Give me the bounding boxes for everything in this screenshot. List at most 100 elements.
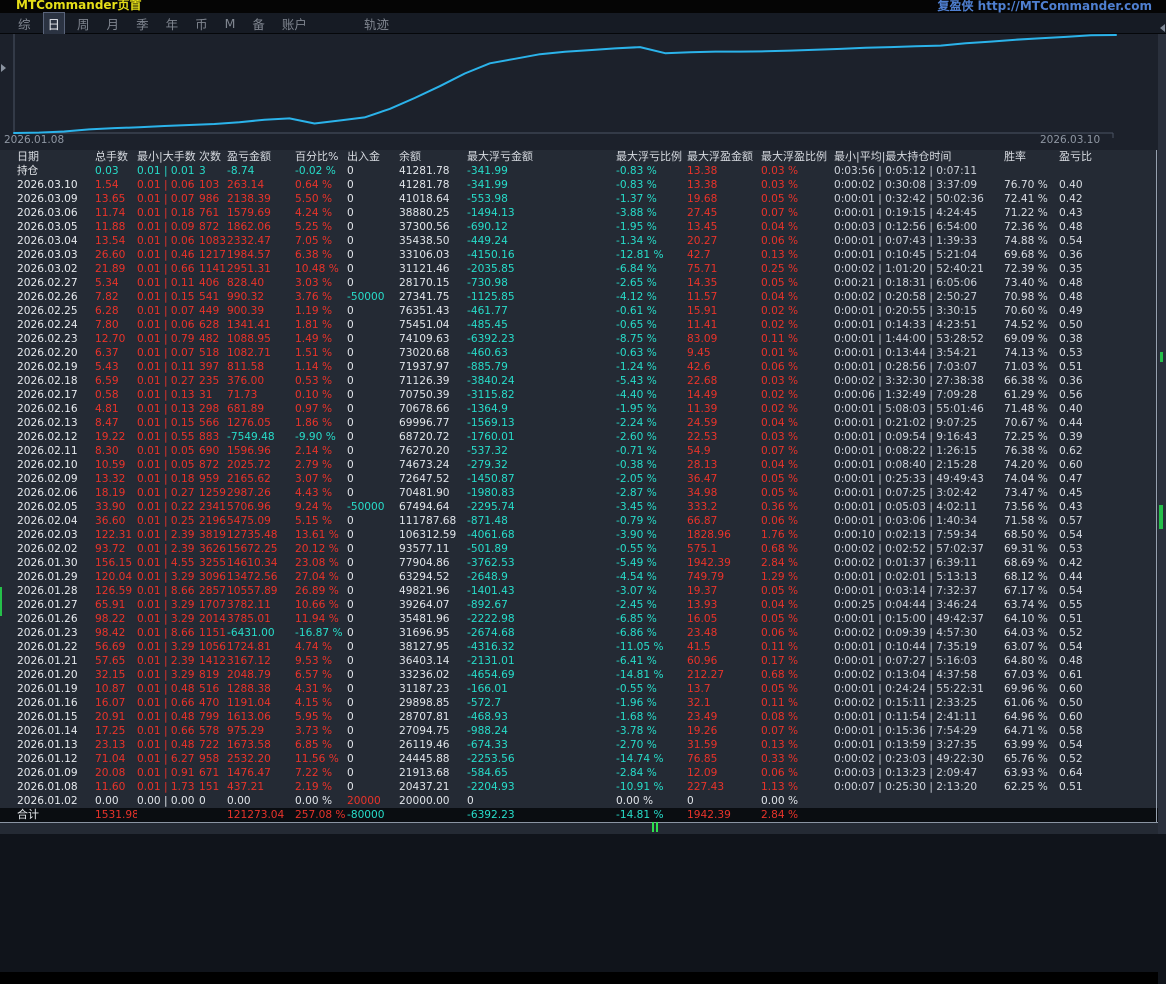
table-row[interactable]: 2026.02.0533.900.01 | 0.2223415706.969.2… [0, 500, 1166, 514]
vertical-scrollbar-thumb[interactable] [1159, 505, 1163, 529]
cell-8: -1494.13 [467, 206, 616, 220]
vertical-scrollbar[interactable] [1158, 34, 1166, 834]
table-row[interactable]: 2026.03.0611.740.01 | 0.187611579.694.24… [0, 206, 1166, 220]
cell-3: 761 [199, 206, 227, 220]
table-row[interactable]: 2026.02.2312.700.01 | 0.794821088.951.49… [0, 332, 1166, 346]
table-row[interactable]: 2026.01.2765.910.01 | 3.2917073782.1110.… [0, 598, 1166, 612]
cell-14: 0.50 [1059, 318, 1166, 332]
menu-item-4[interactable]: 季 [132, 13, 153, 34]
table-row[interactable]: 2026.01.020.000.00 | 0.0000.000.00 %2000… [0, 794, 1166, 808]
table-row[interactable]: 2026.02.186.590.01 | 0.27235376.000.53 %… [0, 374, 1166, 388]
cell-11: 0.05 % [761, 612, 834, 626]
table-row[interactable]: 2026.01.1910.870.01 | 0.485161288.384.31… [0, 682, 1166, 696]
cell-1: 5.43 [95, 360, 137, 374]
table-row[interactable]: 2026.01.30156.150.01 | 4.55325514610.342… [0, 556, 1166, 570]
table-row[interactable]: 2026.03.101.540.01 | 0.06103263.140.64 %… [0, 178, 1166, 192]
table-row[interactable]: 2026.01.2157.650.01 | 2.3914123167.129.5… [0, 654, 1166, 668]
menu-item-2[interactable]: 周 [73, 13, 94, 34]
cell-6: 0 [347, 360, 399, 374]
cell-11: 0.25 % [761, 262, 834, 276]
menu-item-0[interactable]: 综 [14, 13, 35, 34]
cell-4: 1082.71 [227, 346, 295, 360]
table-row[interactable]: 2026.02.256.280.01 | 0.07449900.391.19 %… [0, 304, 1166, 318]
cell-9: -0.71 % [616, 444, 687, 458]
table-row[interactable]: 2026.02.267.820.01 | 0.15541990.323.76 %… [0, 290, 1166, 304]
cell-6: 0 [347, 598, 399, 612]
table-row[interactable]: 2026.02.138.470.01 | 0.155661276.051.86 … [0, 416, 1166, 430]
table-row[interactable]: 2026.03.0221.890.01 | 0.6611412951.3110.… [0, 262, 1166, 276]
table-row[interactable]: 2026.02.0293.720.01 | 2.39362615672.2520… [0, 542, 1166, 556]
table-row[interactable]: 2026.01.1417.250.01 | 0.66578975.293.73 … [0, 724, 1166, 738]
table-row[interactable]: 2026.03.0326.600.01 | 0.4612171984.576.3… [0, 248, 1166, 262]
cell-11: 0.11 % [761, 696, 834, 710]
menu-item-3[interactable]: 月 [103, 13, 124, 34]
table-row[interactable]: 2026.02.0436.600.01 | 0.2521965475.095.1… [0, 514, 1166, 528]
table-row[interactable]: 2026.02.275.340.01 | 0.11406828.403.03 %… [0, 276, 1166, 290]
cell-4: 1476.47 [227, 766, 295, 780]
table-row[interactable]: 2026.01.1271.040.01 | 6.279582532.2011.5… [0, 752, 1166, 766]
cell-11: 2.84 % [761, 808, 834, 823]
table-row[interactable]: 2026.01.2256.690.01 | 3.2910561724.814.7… [0, 640, 1166, 654]
cell-0: 2026.02.26 [0, 290, 95, 304]
table-row[interactable]: 2026.03.0413.540.01 | 0.0610832332.477.0… [0, 234, 1166, 248]
menu-item-1[interactable]: 日 [44, 13, 65, 34]
table-row[interactable]: 2026.02.164.810.01 | 0.13298681.890.97 %… [0, 402, 1166, 416]
table-row[interactable]: 2026.02.247.800.01 | 0.066281341.411.81 … [0, 318, 1166, 332]
cell-4: 1088.95 [227, 332, 295, 346]
cell-3: 1056 [199, 640, 227, 654]
table-row[interactable]: 2026.02.0913.320.01 | 0.189592165.623.07… [0, 472, 1166, 486]
table-row[interactable]: 2026.01.29120.040.01 | 3.29309613472.562… [0, 570, 1166, 584]
cell-4: 1613.06 [227, 710, 295, 724]
position-row[interactable]: 持仓0.030.01 | 0.013-8.74-0.02 %041281.78-… [0, 164, 1166, 178]
cell-5: 7.22 % [295, 766, 347, 780]
menu-item-7[interactable]: M [221, 15, 240, 32]
cell-2: 0.01 | 2.39 [137, 542, 199, 556]
cell-6: 0 [347, 570, 399, 584]
cell-3: 518 [199, 346, 227, 360]
cell-12: 0:00:02 | 0:15:11 | 2:33:25 [834, 696, 1004, 710]
menu-item-5[interactable]: 年 [162, 13, 183, 34]
cell-8: -4654.69 [467, 668, 616, 682]
cell-5: 7.05 % [295, 234, 347, 248]
cell-7: 106312.59 [399, 528, 467, 542]
cell-4: 1191.04 [227, 696, 295, 710]
table-row[interactable]: 2026.02.1219.220.01 | 0.55883-7549.48-9.… [0, 430, 1166, 444]
table-row[interactable]: 2026.03.0511.880.01 | 0.098721862.065.25… [0, 220, 1166, 234]
cell-10: 22.68 [687, 374, 761, 388]
table-row[interactable]: 2026.02.1010.590.01 | 0.058722025.722.79… [0, 458, 1166, 472]
cell-14: 0.57 [1059, 514, 1166, 528]
cell-3: 3819 [199, 528, 227, 542]
table-row[interactable]: 2026.01.0920.080.01 | 0.916711476.477.22… [0, 766, 1166, 780]
cell-9: -6.41 % [616, 654, 687, 668]
table-row[interactable]: 2026.01.0811.600.01 | 1.73151437.212.19 … [0, 780, 1166, 794]
menu-item-10[interactable]: 轨迹 [360, 13, 393, 34]
table-row[interactable]: 2026.02.170.580.01 | 0.133171.730.10 %07… [0, 388, 1166, 402]
table-row[interactable]: 2026.01.1520.910.01 | 0.487991613.065.95… [0, 710, 1166, 724]
site-link[interactable]: 复盈侠 http://MTCommander.com [937, 0, 1152, 14]
table-row[interactable]: 2026.02.118.300.01 | 0.056901596.962.14 … [0, 444, 1166, 458]
table-row[interactable]: 2026.02.195.430.01 | 0.11397811.581.14 %… [0, 360, 1166, 374]
total-row[interactable]: 合计1531.98121273.04257.08 %-80000-6392.23… [0, 808, 1166, 823]
cell-11: 0.03 % [761, 178, 834, 192]
table-row[interactable]: 2026.01.1323.130.01 | 0.487221673.586.85… [0, 738, 1166, 752]
table-row[interactable]: 2026.01.2698.220.01 | 3.2920143785.0111.… [0, 612, 1166, 626]
cell-2: 0.01 | 6.27 [137, 752, 199, 766]
scrollbar-arrow-icon[interactable] [1160, 24, 1165, 32]
menu-item-9[interactable]: 账户 [278, 13, 311, 34]
table-row[interactable]: 2026.03.0913.650.01 | 0.079862138.395.50… [0, 192, 1166, 206]
table-row[interactable]: 2026.02.206.370.01 | 0.075181082.711.51 … [0, 346, 1166, 360]
cell-0: 2026.02.16 [0, 402, 95, 416]
table-row[interactable]: 2026.01.28126.590.01 | 8.66285710557.892… [0, 584, 1166, 598]
table-row[interactable]: 2026.02.03122.310.01 | 2.39381912735.481… [0, 528, 1166, 542]
cell-0: 2026.02.02 [0, 542, 95, 556]
table-row[interactable]: 2026.01.1616.070.01 | 0.664701191.044.15… [0, 696, 1166, 710]
cell-1: 13.65 [95, 192, 137, 206]
table-row[interactable]: 2026.01.2032.150.01 | 3.298192048.796.57… [0, 668, 1166, 682]
cell-9: -1.96 % [616, 696, 687, 710]
menu-item-6[interactable]: 币 [191, 13, 212, 34]
cell-7: 39264.07 [399, 598, 467, 612]
table-row[interactable]: 2026.02.0618.190.01 | 0.2712592987.264.4… [0, 486, 1166, 500]
cell-13: 63.93 % [1004, 766, 1059, 780]
menu-item-8[interactable]: 备 [248, 13, 269, 34]
table-row[interactable]: 2026.01.2398.420.01 | 8.661151-6431.00-1… [0, 626, 1166, 640]
